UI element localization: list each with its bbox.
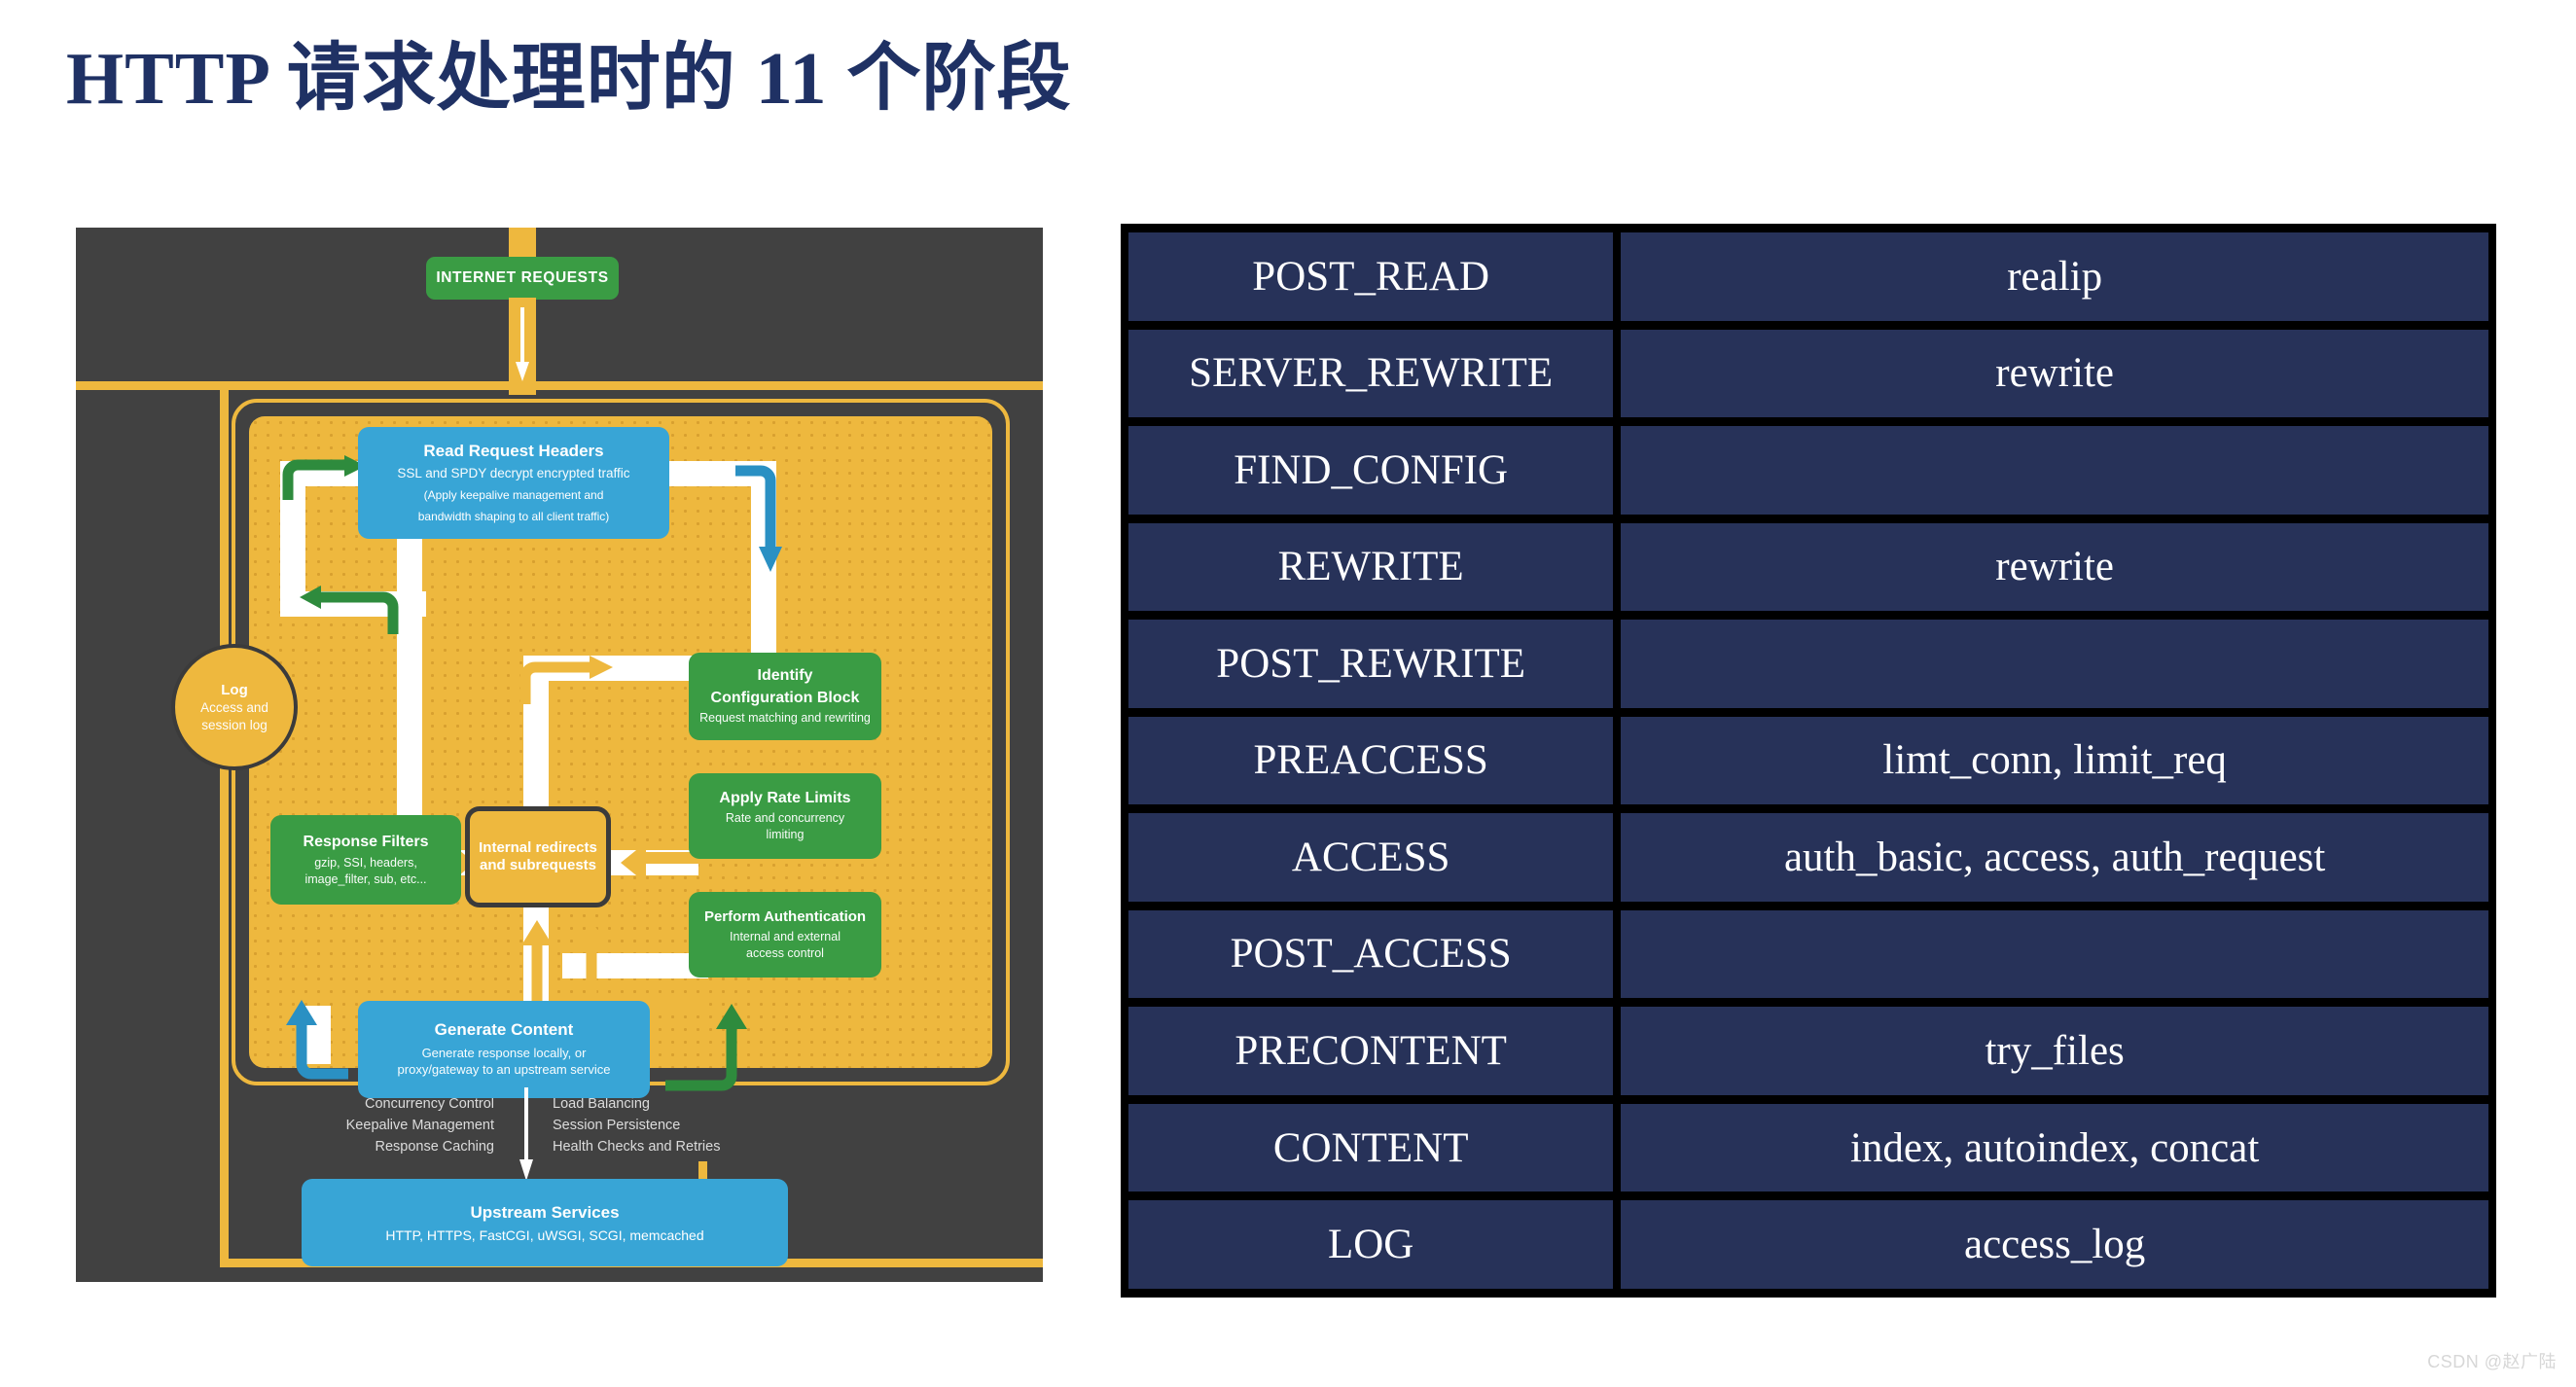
node-response-filters: Response Filters gzip, SSI, headers, ima… [270, 815, 461, 905]
node-title-line-2: Configuration Block [710, 689, 860, 706]
node-identify-configuration-block: Identify Configuration Block Request mat… [689, 653, 881, 740]
directives-cell [1621, 909, 2488, 999]
table-row: POST_REWRITE [1128, 620, 2488, 708]
arrow-curve-up-right-orange-icon [519, 656, 613, 704]
node-title: Generate Content [434, 1020, 574, 1040]
arrow-left-orange-icon [621, 842, 698, 883]
phase-cell: CONTENT [1128, 1103, 1614, 1192]
node-subtitle-1: Internal and external [730, 929, 841, 943]
phase-cell: POST_ACCESS [1128, 909, 1614, 999]
bottom-notes-left: Concurrency Control Keepalive Management… [261, 1093, 494, 1157]
node-subtitle-1: gzip, SSI, headers, [314, 855, 417, 870]
table-row: REWRITE rewrite [1128, 522, 2488, 612]
phase-cell: SERVER_REWRITE [1128, 329, 1614, 418]
node-subtitle-2: access control [746, 945, 824, 960]
bottom-note-right-3: Health Checks and Retries [553, 1139, 721, 1156]
phase-cell: POST_REWRITE [1128, 620, 1614, 708]
node-title-line-1: Internal redirects [479, 839, 597, 856]
directives-cell: access_log [1621, 1200, 2488, 1289]
table-row: ACCESS auth_basic, access, auth_request [1128, 813, 2488, 902]
table-row: PRECONTENT try_files [1128, 1007, 2488, 1095]
nginx-request-flow-diagram: INTERNET REQUESTS Log Access and session… [76, 228, 1043, 1282]
phase-cell: ACCESS [1128, 813, 1614, 902]
phase-cell: REWRITE [1128, 522, 1614, 612]
table-row: PREACCESS limt_conn, limit_req [1128, 716, 2488, 805]
directives-cell [1621, 620, 2488, 708]
phase-cell: FIND_CONFIG [1128, 426, 1614, 515]
node-upstream-services: Upstream Services HTTP, HTTPS, FastCGI, … [302, 1179, 788, 1266]
directives-cell: limt_conn, limit_req [1621, 716, 2488, 805]
table-row: POST_READ realip [1128, 232, 2488, 321]
table-row: CONTENT index, autoindex, concat [1128, 1103, 2488, 1192]
table-row: FIND_CONFIG [1128, 426, 2488, 515]
bottom-note-right-2: Session Persistence [553, 1118, 681, 1134]
node-note-2: bandwidth shaping to all client traffic) [417, 509, 610, 523]
arrow-curve-left-green-icon [300, 586, 399, 634]
node-subtitle-2: image_filter, sub, etc... [304, 871, 427, 886]
bottom-note-left-3: Response Caching [375, 1139, 494, 1156]
node-note-1: (Apply keepalive management and [423, 488, 604, 503]
bottom-notes-right: Load Balancing Session Persistence Healt… [553, 1093, 796, 1157]
bottom-note-left-2: Keepalive Management [345, 1118, 494, 1134]
node-subtitle: HTTP, HTTPS, FastCGI, uWSGI, SCGI, memca… [385, 1227, 704, 1243]
arrow-curve-down-blue-icon [735, 465, 782, 572]
directives-cell: try_files [1621, 1007, 2488, 1095]
directives-cell: auth_basic, access, auth_request [1621, 813, 2488, 902]
directives-cell: rewrite [1621, 522, 2488, 612]
node-title: Read Request Headers [423, 441, 604, 460]
node-subtitle-2: limiting [766, 828, 805, 842]
directives-cell: rewrite [1621, 329, 2488, 418]
log-title: Log [221, 682, 248, 699]
node-generate-content: Generate Content Generate response local… [358, 1001, 650, 1098]
log-line-1: Access and [200, 700, 268, 716]
node-perform-authentication: Perform Authentication Internal and exte… [689, 892, 881, 978]
node-title: Apply Rate Limits [719, 790, 851, 807]
http-phases-table: POST_READ realip SERVER_REWRITE rewrite FIND… [1121, 224, 2496, 1298]
node-title-line-2: and subrequests [479, 857, 597, 873]
node-title: Perform Authentication [703, 907, 867, 925]
arrow-down-icon [516, 307, 529, 381]
http-phases-table-body: POST_READ realip SERVER_REWRITE rewrite FIND… [1128, 232, 2488, 1289]
table-row: LOG access_log [1128, 1200, 2488, 1289]
node-subtitle: SSL and SPDY decrypt encrypted traffic [397, 465, 630, 480]
phase-cell: PRECONTENT [1128, 1007, 1614, 1095]
arrow-curve-up-left-blue-icon [286, 1000, 348, 1080]
table-row: POST_ACCESS [1128, 909, 2488, 999]
node-internal-redirects-and-subrequests: Internal redirects and subrequests [465, 806, 611, 907]
table-row: SERVER_REWRITE rewrite [1128, 329, 2488, 418]
phase-cell: PREACCESS [1128, 716, 1614, 805]
log-node: Log Access and session log [171, 644, 298, 770]
node-apply-rate-limits: Apply Rate Limits Rate and concurrency l… [689, 773, 881, 859]
phase-cell: POST_READ [1128, 232, 1614, 321]
arrow-curve-up-right-green-icon-2 [665, 1004, 747, 1091]
arrow-down-to-upstream-icon [519, 1087, 533, 1181]
node-subtitle-1: Generate response locally, or [421, 1045, 587, 1060]
outer-rail-left [220, 381, 229, 1266]
node-title: Response Filters [303, 833, 429, 850]
directives-cell [1621, 426, 2488, 515]
phase-cell: LOG [1128, 1200, 1614, 1289]
log-line-2: session log [201, 717, 268, 732]
node-title-line-1: Identify [757, 667, 813, 685]
node-subtitle: Request matching and rewriting [699, 710, 871, 725]
node-subtitle-1: Rate and concurrency [725, 811, 845, 826]
watermark: CSDN @赵广陆 [2427, 1352, 2557, 1371]
internet-requests-pill: INTERNET REQUESTS [426, 257, 619, 300]
directives-cell: realip [1621, 232, 2488, 321]
page-title: HTTP 请求处理时的 11 个阶段 [66, 38, 1072, 120]
node-subtitle-2: proxy/gateway to an upstream service [397, 1062, 611, 1078]
node-title: Upstream Services [470, 1202, 620, 1222]
directives-cell: index, autoindex, concat [1621, 1103, 2488, 1192]
node-read-request-headers: Read Request Headers SSL and SPDY decryp… [358, 427, 669, 539]
